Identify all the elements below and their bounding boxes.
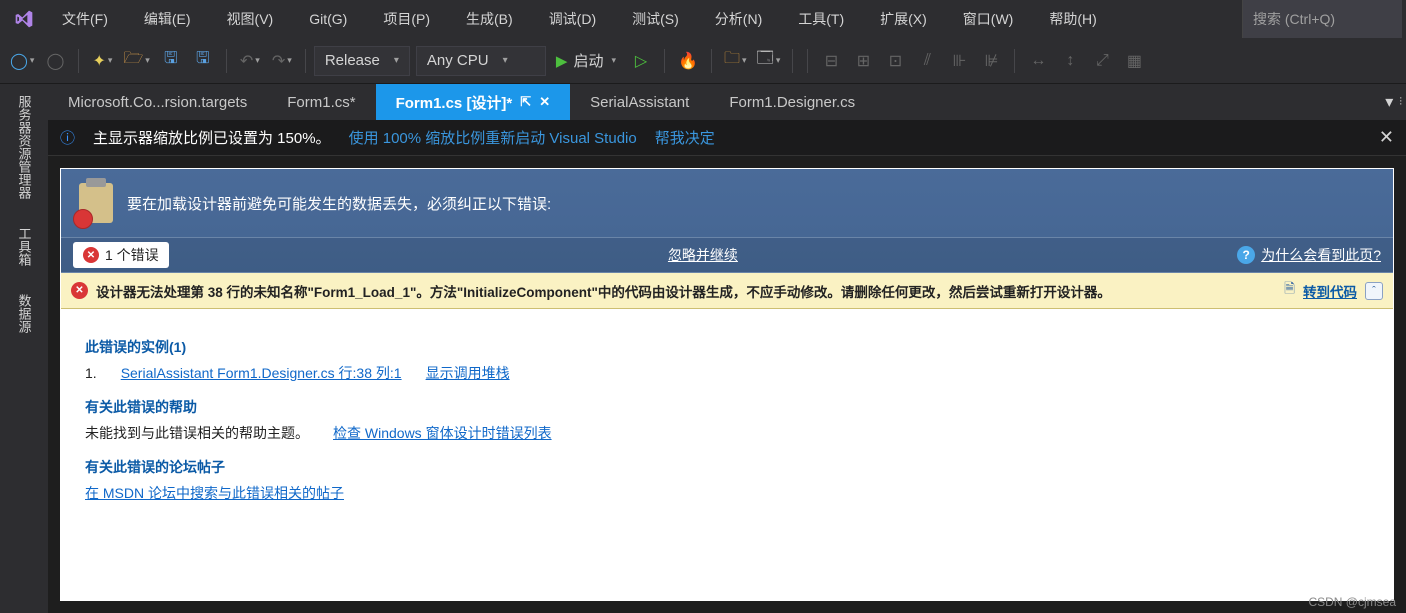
align-top-button: ⫽ — [912, 46, 942, 76]
align-mid-button: ⊪ — [944, 46, 974, 76]
menubar: 文件(F) 编辑(E) 视图(V) Git(G) 项目(P) 生成(B) 调试(… — [0, 0, 1406, 38]
help-text: 未能找到与此错误相关的帮助主题。 — [85, 423, 309, 443]
infobar-close-icon[interactable]: ✕ — [1379, 127, 1394, 148]
hspace-button: ↔ — [1023, 46, 1053, 76]
menu-test[interactable]: 测试(S) — [614, 0, 697, 38]
rail-toolbox[interactable]: 工具箱 — [10, 216, 39, 277]
menu-file[interactable]: 文件(F) — [44, 0, 126, 38]
designer-error-panel: 要在加载设计器前避免可能发生的数据丢失，必须纠正以下错误: ✕ 1 个错误 忽略… — [60, 168, 1394, 601]
error-count-pill[interactable]: ✕ 1 个错误 — [73, 242, 169, 268]
help-icon: ? — [1237, 246, 1255, 264]
save-all-button[interactable]: 🖫 — [188, 46, 218, 76]
tab-serialassistant[interactable]: SerialAssistant — [570, 84, 709, 120]
goto-code-link[interactable]: 转到代码 — [1303, 281, 1357, 301]
error-count-text: 1 个错误 — [105, 245, 159, 265]
nav-fwd-button: ◯ — [40, 46, 70, 76]
instances-heading: 此错误的实例(1) — [85, 337, 1369, 357]
instance-number: 1. — [85, 365, 97, 381]
vs-logo-icon — [14, 9, 34, 29]
error-dot-icon: ✕ — [83, 247, 99, 263]
config-select[interactable]: Release▾ — [314, 46, 410, 76]
grid-icon: ▦ — [1119, 46, 1149, 76]
expand-icon: ⤢ — [1087, 46, 1117, 76]
start-no-debug-button[interactable]: ▷ — [626, 46, 656, 76]
infobar-restart-link[interactable]: 使用 100% 缩放比例重新启动 Visual Studio — [349, 127, 637, 148]
align-bot-button: ⊯ — [976, 46, 1006, 76]
menu-project[interactable]: 项目(P) — [365, 0, 448, 38]
menu-extensions[interactable]: 扩展(X) — [862, 0, 945, 38]
left-sidebar: 服务器资源管理器 工具箱 数据源 — [0, 84, 48, 613]
designer-headline: 要在加载设计器前避免可能发生的数据丢失，必须纠正以下错误: — [127, 193, 551, 214]
goto-code-icon: 🗎 — [1284, 279, 1295, 302]
vs-logo — [4, 0, 44, 38]
search-input[interactable]: 搜索 (Ctrl+Q) — [1242, 0, 1402, 38]
infobar-text: 主显示器缩放比例已设置为 150%。 — [93, 127, 331, 148]
start-button[interactable]: ▶启动▾ — [548, 50, 624, 71]
git-publish-button[interactable]: 🗀▾ — [720, 46, 751, 76]
toolbar: ◯▾ ◯ ✦▾ 🗁▾ 🖫 🖫 ↶▾ ↷▾ Release▾ Any CPU▾ ▶… — [0, 38, 1406, 84]
align-left-button: ⊟ — [816, 46, 846, 76]
menu-analyze[interactable]: 分析(N) — [697, 0, 780, 38]
tab-label: Form1.cs [设计]* — [396, 92, 513, 113]
redo-button: ↷▾ — [267, 46, 297, 76]
menu-help[interactable]: 帮助(H) — [1031, 0, 1114, 38]
why-link[interactable]: 为什么会看到此页? — [1261, 245, 1381, 265]
menu-edit[interactable]: 编辑(E) — [126, 0, 209, 38]
info-icon: ⓘ — [60, 127, 75, 148]
forum-heading: 有关此错误的论坛帖子 — [85, 457, 1369, 477]
tabs-menu-icon[interactable]: ⫶ — [1399, 96, 1402, 109]
infobar-help-link[interactable]: 帮我决定 — [655, 127, 715, 148]
live-share-button[interactable]: 🗔▾ — [753, 46, 785, 76]
menu-tools[interactable]: 工具(T) — [780, 0, 862, 38]
vspace-button: ↕ — [1055, 46, 1085, 76]
tab-microsoft-targets[interactable]: Microsoft.Co...rsion.targets — [48, 84, 267, 120]
tab-form1-cs[interactable]: Form1.cs* — [267, 84, 375, 120]
tabs-overflow-icon[interactable]: ▾ — [1385, 92, 1393, 112]
align-right-button: ⊡ — [880, 46, 910, 76]
pin-icon[interactable]: ⇱ — [520, 94, 531, 110]
forum-link[interactable]: 在 MSDN 论坛中搜索与此错误相关的帖子 — [85, 485, 344, 501]
dpi-infobar: ⓘ 主显示器缩放比例已设置为 150%。 使用 100% 缩放比例重新启动 Vi… — [48, 120, 1406, 156]
menu-git[interactable]: Git(G) — [291, 0, 365, 38]
error-summary-bar: ✕ 设计器无法处理第 38 行的未知名称"Form1_Load_1"。方法"In… — [61, 273, 1393, 309]
save-button[interactable]: 🖫 — [156, 46, 186, 76]
undo-button: ↶▾ — [235, 46, 265, 76]
menu-build[interactable]: 生成(B) — [448, 0, 531, 38]
help-link[interactable]: 检查 Windows 窗体设计时错误列表 — [333, 423, 552, 443]
hot-reload-button[interactable]: 🔥 — [673, 46, 703, 76]
clipboard-error-icon — [79, 183, 113, 223]
help-heading: 有关此错误的帮助 — [85, 397, 1369, 417]
error-dot-icon: ✕ — [71, 282, 88, 299]
ignore-continue-link[interactable]: 忽略并继续 — [169, 245, 1238, 265]
callstack-link[interactable]: 显示调用堆栈 — [426, 363, 510, 383]
align-center-button: ⊞ — [848, 46, 878, 76]
error-message: 设计器无法处理第 38 行的未知名称"Form1_Load_1"。方法"Init… — [96, 281, 1276, 301]
collapse-up-button[interactable]: ˆ — [1365, 282, 1383, 300]
menu-window[interactable]: 窗口(W) — [945, 0, 1032, 38]
new-item-button[interactable]: ✦▾ — [87, 46, 117, 76]
instance-link[interactable]: SerialAssistant Form1.Designer.cs 行:38 列… — [121, 363, 402, 383]
document-tabs: Microsoft.Co...rsion.targets Form1.cs* F… — [48, 84, 1406, 120]
tab-form1-design[interactable]: Form1.cs [设计]* ⇱ ✕ — [376, 84, 571, 120]
nav-back-button[interactable]: ◯▾ — [6, 46, 38, 76]
platform-select[interactable]: Any CPU▾ — [416, 46, 546, 76]
rail-datasource[interactable]: 数据源 — [10, 283, 39, 344]
menu-debug[interactable]: 调试(D) — [531, 0, 614, 38]
menu-view[interactable]: 视图(V) — [209, 0, 292, 38]
watermark: CSDN @cjmsea — [1308, 595, 1396, 609]
close-icon[interactable]: ✕ — [539, 94, 550, 110]
open-button[interactable]: 🗁▾ — [119, 46, 153, 76]
tab-form1-designer-cs[interactable]: Form1.Designer.cs — [709, 84, 875, 120]
rail-server-explorer[interactable]: 服务器资源管理器 — [10, 84, 39, 210]
